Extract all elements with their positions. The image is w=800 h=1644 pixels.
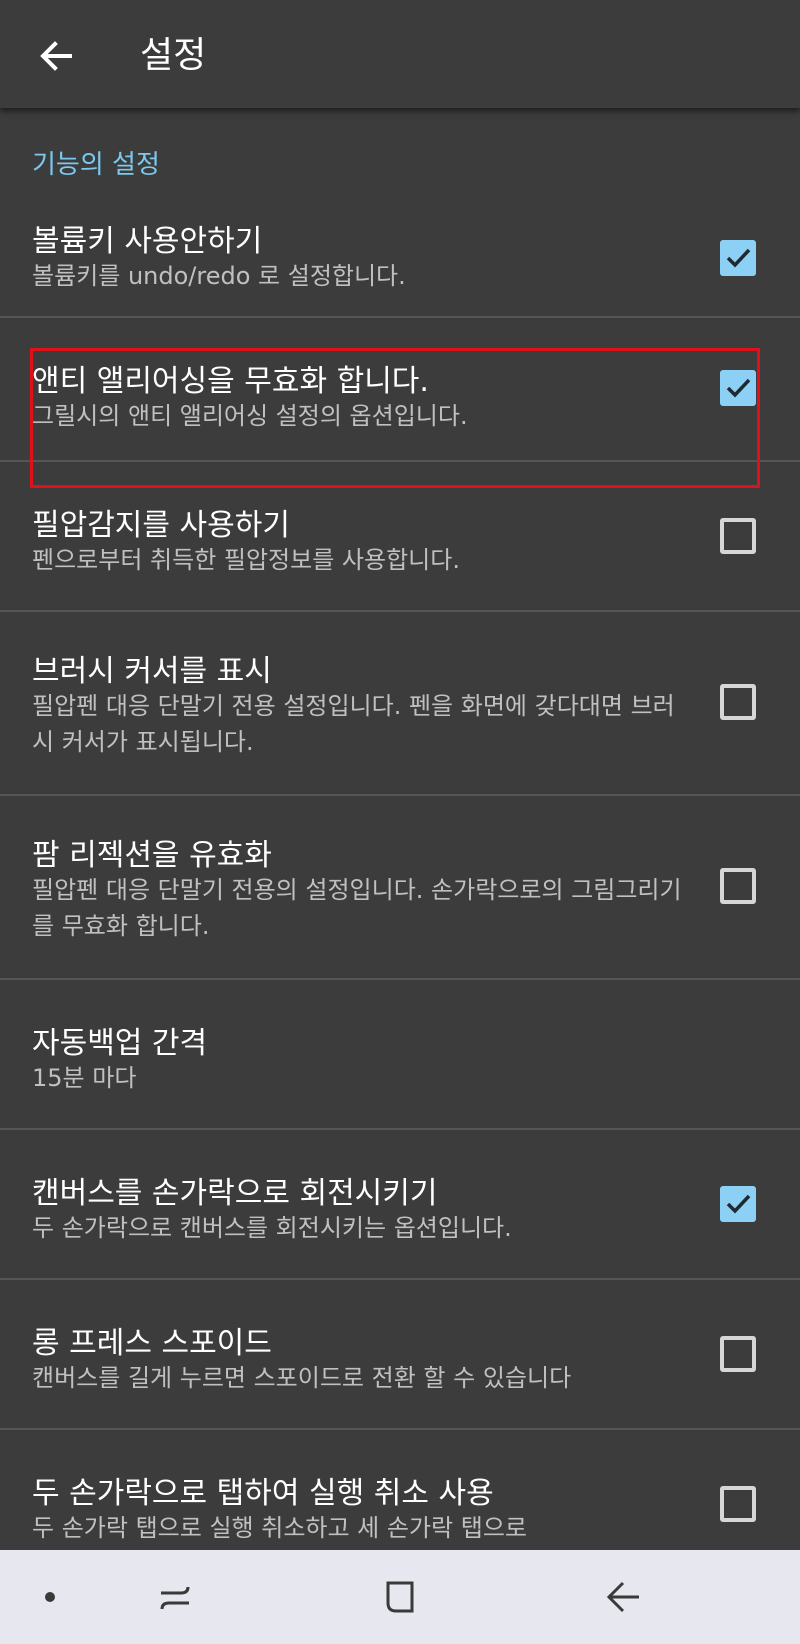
- recent-apps-button[interactable]: [150, 1572, 200, 1622]
- checkbox-unchecked[interactable]: [720, 1486, 756, 1522]
- setting-summary: 두 손가락 탭으로 실행 취소하고 세 손가락 탭으로: [32, 1514, 528, 1542]
- setting-row-canvas-rotate[interactable]: 캔버스를 손가락으로 회전시키기 두 손가락으로 캔버스를 회전시키는 옵션입니…: [0, 1130, 800, 1280]
- setting-title: 브러시 커서를 표시: [32, 654, 272, 689]
- section-header: 기능의 설정: [32, 150, 160, 180]
- back-icon: [606, 1581, 639, 1613]
- setting-row-anti-aliasing[interactable]: 앤티 앨리어싱을 무효화 합니다. 그릴시의 앤티 앨리어싱 설정의 옵션입니다…: [0, 318, 800, 462]
- system-navigation-bar: [0, 1550, 800, 1644]
- checkbox-unchecked[interactable]: [720, 684, 756, 720]
- setting-row-long-press-eyedropper[interactable]: 롱 프레스 스포이드 캔버스를 길게 누르면 스포이드로 전환 할 수 있습니다: [0, 1280, 800, 1430]
- checkmark-icon: [726, 1194, 751, 1214]
- page-title: 설정: [140, 35, 207, 76]
- setting-summary: 두 손가락으로 캔버스를 회전시키는 옵션입니다.: [32, 1214, 512, 1242]
- setting-title: 필압감지를 사용하기: [32, 508, 290, 543]
- checkbox-unchecked[interactable]: [720, 868, 756, 904]
- settings-list: 기능의 설정 볼륨키 사용안하기 볼륨키를 undo/redo 로 설정합니다.…: [0, 108, 800, 1550]
- setting-summary: 15분 마다: [32, 1064, 137, 1092]
- checkbox-unchecked[interactable]: [720, 518, 756, 554]
- setting-title: 앤티 앨리어싱을 무효화 합니다.: [32, 364, 429, 399]
- setting-summary: 그릴시의 앤티 앨리어싱 설정의 옵션입니다.: [32, 402, 468, 430]
- setting-row-two-finger-undo[interactable]: 두 손가락으로 탭하여 실행 취소 사용 두 손가락 탭으로 실행 취소하고 세…: [0, 1430, 800, 1550]
- setting-row-brush-cursor[interactable]: 브러시 커서를 표시 필압펜 대응 단말기 전용 설정입니다. 펜을 화면에 갖…: [0, 612, 800, 796]
- checkbox-checked[interactable]: [720, 240, 756, 276]
- back-button[interactable]: [30, 30, 82, 82]
- setting-summary: 필압펜 대응 단말기 전용의 설정입니다. 손가락으로의 그림그리기를 무효화 …: [32, 876, 682, 940]
- setting-title: 두 손가락으로 탭하여 실행 취소 사용: [32, 1476, 494, 1511]
- setting-summary: 필압펜 대응 단말기 전용 설정입니다. 펜을 화면에 갖다대면 브러시 커서가…: [32, 692, 675, 756]
- checkmark-icon: [726, 378, 751, 398]
- checkbox-checked[interactable]: [720, 370, 756, 406]
- nav-dot-button[interactable]: [25, 1572, 75, 1622]
- back-nav-button[interactable]: [598, 1572, 648, 1622]
- app-bar: 설정: [0, 0, 800, 108]
- setting-title: 팜 리젝션을 유효화: [32, 838, 272, 873]
- setting-summary: 펜으로부터 취득한 필압정보를 사용합니다.: [32, 546, 460, 574]
- setting-row-auto-backup[interactable]: 자동백업 간격 15분 마다: [0, 980, 800, 1130]
- dot-icon: [45, 1592, 55, 1602]
- setting-row-volume-key[interactable]: 볼륨키 사용안하기 볼륨키를 undo/redo 로 설정합니다.: [0, 186, 800, 318]
- setting-title: 자동백업 간격: [32, 1026, 208, 1061]
- checkmark-icon: [726, 248, 751, 268]
- setting-row-palm-rejection[interactable]: 팜 리젝션을 유효화 필압펜 대응 단말기 전용의 설정입니다. 손가락으로의 …: [0, 796, 800, 980]
- home-button[interactable]: [375, 1572, 425, 1622]
- checkbox-checked[interactable]: [720, 1186, 756, 1222]
- setting-summary: 볼륨키를 undo/redo 로 설정합니다.: [32, 262, 406, 290]
- setting-title: 볼륨키 사용안하기: [32, 224, 263, 259]
- setting-row-pressure[interactable]: 필압감지를 사용하기 펜으로부터 취득한 필압정보를 사용합니다.: [0, 462, 800, 612]
- recent-apps-icon: [160, 1586, 190, 1610]
- setting-title: 롱 프레스 스포이드: [32, 1326, 272, 1361]
- arrow-left-icon: [40, 41, 72, 71]
- setting-summary: 캔버스를 길게 누르면 스포이드로 전환 할 수 있습니다: [32, 1364, 572, 1392]
- setting-title: 캔버스를 손가락으로 회전시키기: [32, 1176, 438, 1211]
- home-icon: [386, 1581, 414, 1613]
- checkbox-unchecked[interactable]: [720, 1336, 756, 1372]
